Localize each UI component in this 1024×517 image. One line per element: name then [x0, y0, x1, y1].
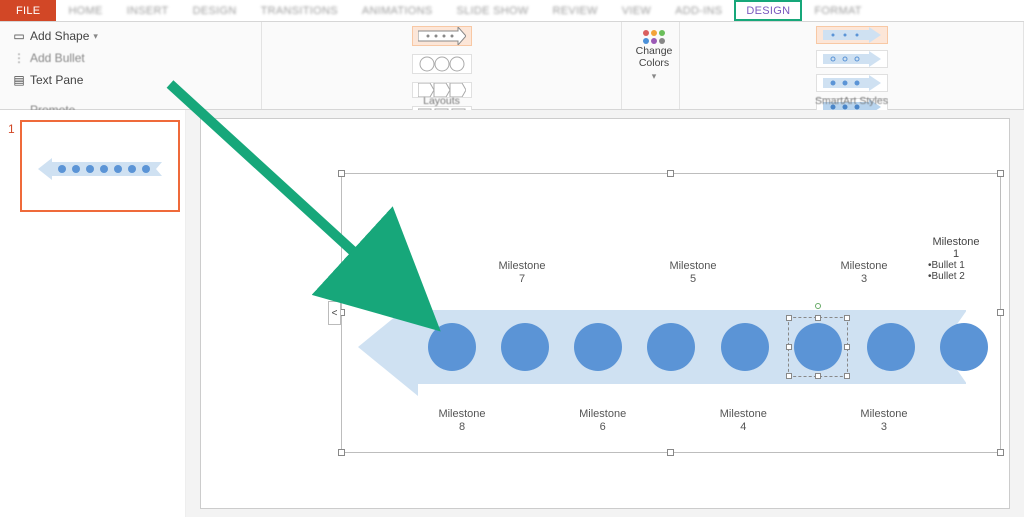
group-change-colors: Change Colors ▾	[622, 22, 680, 109]
smartart-arrow[interactable]	[358, 298, 986, 396]
milestone-label-8[interactable]: Milestone 8	[428, 408, 496, 433]
slide-number: 1	[8, 122, 15, 136]
text-pane-button[interactable]: ▤ Text Pane	[8, 70, 253, 90]
milestone-label-3[interactable]: Milestone 3	[830, 260, 898, 285]
layout-option-2[interactable]	[412, 54, 472, 74]
milestone-dots	[428, 322, 988, 372]
milestone-dot[interactable]	[574, 323, 622, 371]
milestone-dot[interactable]	[647, 323, 695, 371]
tab-transitions[interactable]: TRANSITIONS	[249, 0, 350, 21]
milestone-label-7[interactable]: Milestone 7	[488, 260, 556, 285]
dropdown-caret-icon: ▾	[93, 31, 98, 42]
milestone-label-6[interactable]: Milestone 6	[569, 408, 637, 433]
labels-row-bottom: Milestone 8 Milestone 6 Milestone 4 Mile…	[428, 408, 988, 433]
milestone-dot[interactable]	[940, 323, 988, 371]
shape-selection	[788, 317, 848, 377]
change-colors-button[interactable]: Change Colors ▾	[630, 26, 678, 86]
workspace: 1 < Milestone 1	[0, 110, 1024, 517]
rotate-handle[interactable]	[815, 303, 821, 309]
resize-handle[interactable]	[844, 315, 850, 321]
tab-smartart-design[interactable]: DESIGN	[734, 0, 802, 21]
group-create-graphic: ▭ Add Shape ▾ ⋮ Add Bullet ▤ Text Pane ←…	[0, 22, 262, 109]
resize-handle[interactable]	[786, 373, 792, 379]
ribbon: ▭ Add Shape ▾ ⋮ Add Bullet ▤ Text Pane ←…	[0, 22, 1024, 110]
resize-handle[interactable]	[786, 344, 792, 350]
resize-handle[interactable]	[844, 344, 850, 350]
tab-view[interactable]: VIEW	[610, 0, 663, 21]
labels-row-top: Milestone 7 Milestone 5 Milestone 3	[428, 260, 988, 285]
slide-canvas[interactable]: < Milestone 1 •Bullet 1 •Bullet 2 Milest…	[186, 110, 1024, 517]
slide-thumbnails-panel: 1	[0, 110, 186, 517]
resize-handle[interactable]	[815, 373, 821, 379]
group-label-layouts: Layouts	[270, 93, 613, 107]
resize-handle[interactable]	[997, 449, 1004, 456]
group-smartart-styles: SmartArt Styles	[680, 22, 1024, 109]
slide[interactable]: < Milestone 1 •Bullet 1 •Bullet 2 Milest…	[200, 118, 1010, 509]
resize-handle[interactable]	[997, 309, 1004, 316]
tab-slideshow[interactable]: SLIDE SHOW	[444, 0, 540, 21]
tab-file[interactable]: FILE	[0, 0, 56, 21]
milestone-dot-selected[interactable]	[794, 323, 842, 371]
add-shape-label: Add Shape	[30, 29, 89, 43]
layout-option-1[interactable]	[412, 26, 472, 46]
tab-review[interactable]: REVIEW	[541, 0, 610, 21]
tab-design-main[interactable]: DESIGN	[181, 0, 249, 21]
resize-handle[interactable]	[338, 449, 345, 456]
tab-animations[interactable]: ANIMATIONS	[350, 0, 445, 21]
style-option-2[interactable]	[816, 50, 888, 68]
change-colors-label: Change Colors	[636, 46, 673, 69]
milestone-label-3b[interactable]: Milestone 3	[850, 408, 918, 433]
milestone-dot[interactable]	[501, 323, 549, 371]
tab-format[interactable]: FORMAT	[802, 0, 873, 21]
resize-handle[interactable]	[667, 449, 674, 456]
text-pane-toggle[interactable]: <	[328, 301, 341, 325]
milestone-dot[interactable]	[721, 323, 769, 371]
resize-handle[interactable]	[338, 170, 345, 177]
resize-handle[interactable]	[997, 170, 1004, 177]
smartart-selection-frame[interactable]: < Milestone 1 •Bullet 1 •Bullet 2 Milest…	[341, 173, 1001, 453]
group-layouts: ▴ ▾ ▾ Layouts	[262, 22, 622, 109]
milestone-label-4[interactable]: Milestone 4	[709, 408, 777, 433]
style-option-1[interactable]	[816, 26, 888, 44]
add-bullet-button[interactable]: ⋮ Add Bullet	[8, 48, 253, 68]
text-pane-label: Text Pane	[30, 73, 83, 87]
milestone-dot[interactable]	[428, 323, 476, 371]
milestone-label-5[interactable]: Milestone 5	[659, 260, 727, 285]
change-colors-icon	[643, 30, 665, 44]
tab-strip: FILE HOME INSERT DESIGN TRANSITIONS ANIM…	[0, 0, 1024, 22]
milestone-dot[interactable]	[867, 323, 915, 371]
text-pane-icon: ▤	[12, 73, 26, 87]
add-bullet-icon: ⋮	[12, 51, 26, 65]
add-shape-button[interactable]: ▭ Add Shape ▾	[8, 26, 253, 46]
dropdown-caret-icon: ▾	[652, 71, 657, 82]
resize-handle[interactable]	[786, 315, 792, 321]
tab-home[interactable]: HOME	[56, 0, 114, 21]
arrow-head-icon	[358, 298, 418, 396]
slide-thumbnail-1[interactable]: 1	[20, 120, 180, 212]
tab-insert[interactable]: INSERT	[115, 0, 181, 21]
resize-handle[interactable]	[844, 373, 850, 379]
add-shape-icon: ▭	[12, 29, 26, 43]
tab-addins[interactable]: ADD-INS	[663, 0, 734, 21]
add-bullet-label: Add Bullet	[30, 51, 85, 65]
resize-handle[interactable]	[815, 315, 821, 321]
style-option-3[interactable]	[816, 74, 888, 92]
thumbnail-preview-icon	[38, 158, 166, 180]
resize-handle[interactable]	[667, 170, 674, 177]
group-label-smartart-styles: SmartArt Styles	[688, 93, 1015, 107]
